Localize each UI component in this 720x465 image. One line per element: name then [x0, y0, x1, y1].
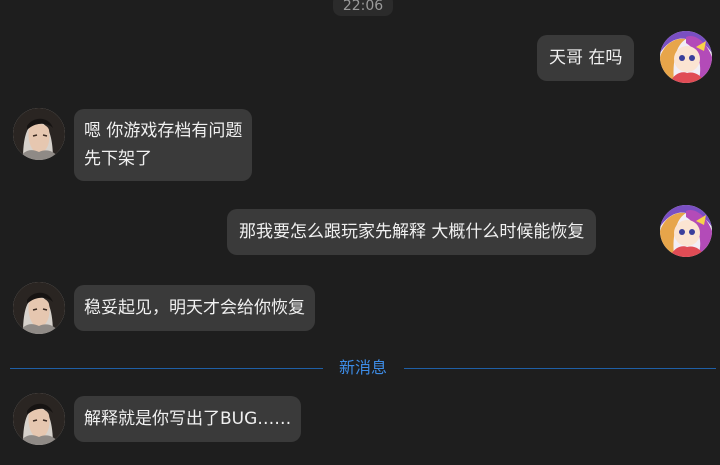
divider-rule-left: [10, 368, 323, 369]
self-avatar[interactable]: [660, 31, 712, 83]
message-text: 那我要怎么跟玩家先解释 大概什么时候能恢复: [239, 222, 585, 242]
message-bubble-incoming[interactable]: 解释就是你写出了BUG……: [74, 396, 302, 442]
anime-girl-avatar-icon: [660, 31, 712, 83]
message-bubble-outgoing[interactable]: 天哥 在吗: [537, 35, 635, 81]
warrior-avatar-icon: [13, 108, 65, 160]
message-text: 先下架了: [84, 149, 152, 169]
timestamp: 22:06: [333, 0, 393, 16]
new-messages-label: 新消息: [335, 357, 391, 379]
warrior-avatar-icon: [13, 282, 65, 334]
message-text: 解释就是你写出了BUG……: [84, 409, 292, 429]
message-text: 稳妥起见，明天才会给你恢复: [84, 298, 305, 318]
chat-window: 22:06 天哥 在吗 嗯 你游戏存档有问题 先下架了 那我要怎么跟玩家先解释 …: [0, 0, 720, 465]
contact-avatar[interactable]: [13, 108, 65, 160]
message-text: 嗯 你游戏存档有问题: [84, 121, 243, 141]
self-avatar[interactable]: [660, 205, 712, 257]
warrior-avatar-icon: [13, 393, 65, 445]
message-bubble-outgoing[interactable]: 那我要怎么跟玩家先解释 大概什么时候能恢复: [227, 209, 597, 255]
message-bubble-incoming[interactable]: 稳妥起见，明天才会给你恢复: [74, 285, 315, 331]
anime-girl-avatar-icon: [660, 205, 712, 257]
contact-avatar[interactable]: [13, 393, 65, 445]
message-text: 天哥 在吗: [549, 48, 623, 68]
message-bubble-incoming[interactable]: 嗯 你游戏存档有问题 先下架了: [74, 109, 253, 181]
contact-avatar[interactable]: [13, 282, 65, 334]
divider-rule-right: [404, 368, 716, 369]
new-messages-divider: 新消息: [10, 357, 716, 379]
